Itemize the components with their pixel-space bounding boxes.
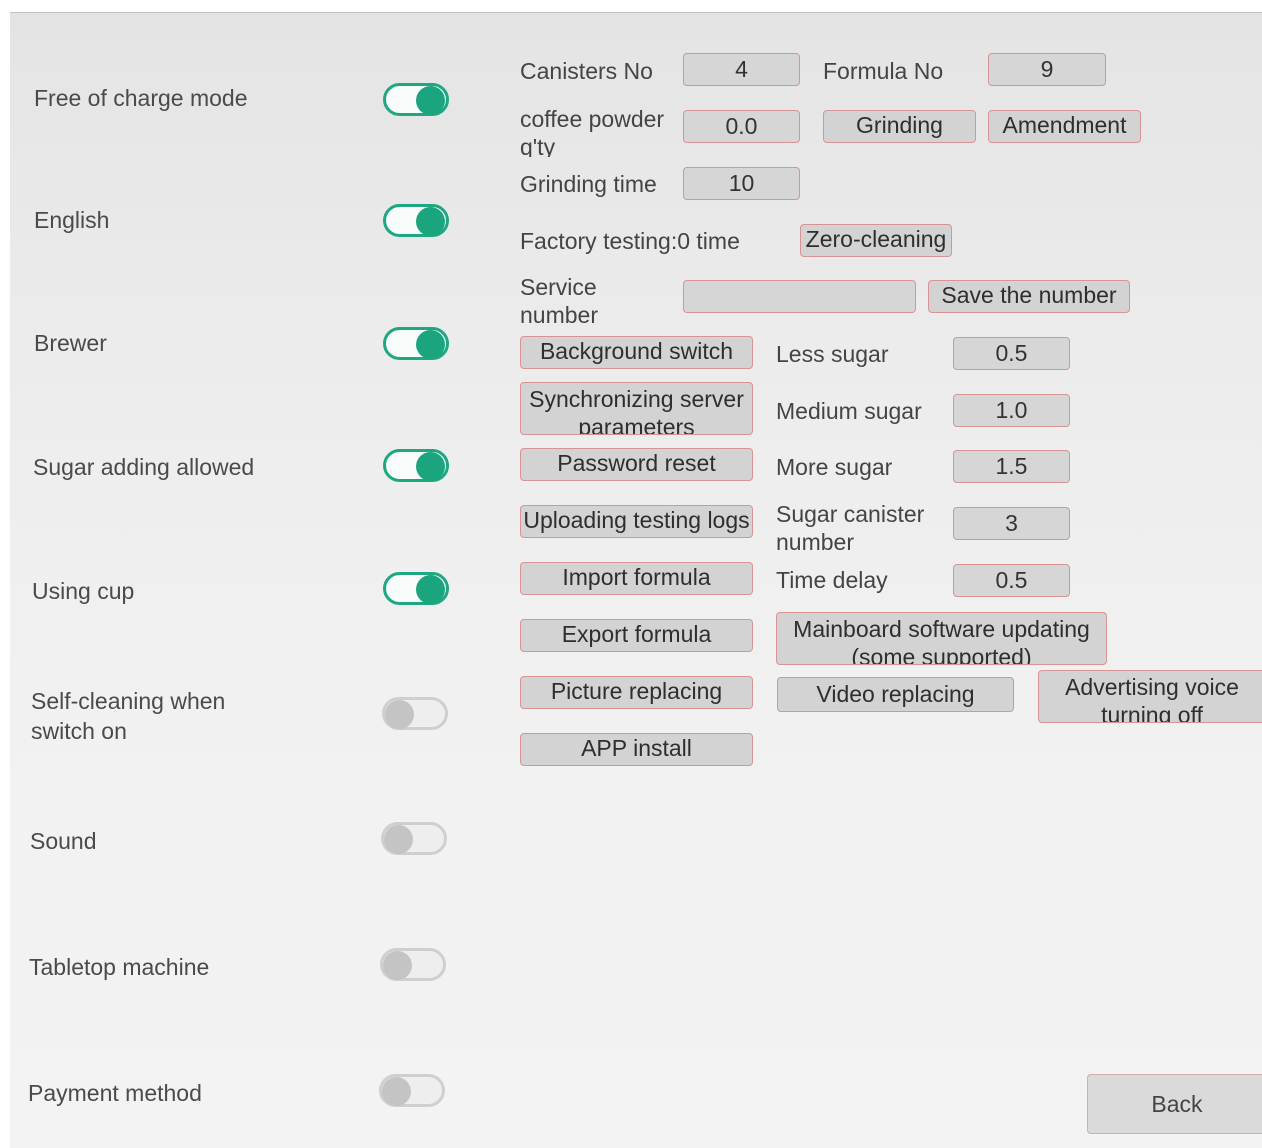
- back-button[interactable]: Back: [1087, 1074, 1262, 1134]
- less-sugar-field[interactable]: 0.5: [953, 337, 1070, 370]
- toggle-knob: [416, 452, 445, 481]
- mainboard-update-button[interactable]: Mainboard software updating (some suppor…: [776, 612, 1107, 665]
- toggle-label-using-cup: Using cup: [32, 578, 135, 604]
- toggle-knob: [382, 1077, 411, 1106]
- toggle-sugar-adding[interactable]: [383, 449, 449, 482]
- toggle-knob: [384, 825, 413, 854]
- save-number-button[interactable]: Save the number: [928, 280, 1130, 313]
- factory-testing-label: Factory testing:0 time: [520, 228, 740, 254]
- background-switch-button[interactable]: Background switch: [520, 336, 753, 369]
- medium-sugar-label: Medium sugar: [776, 398, 922, 424]
- time-delay-label: Time delay: [776, 567, 888, 593]
- service-number-input[interactable]: [683, 280, 916, 313]
- toggle-label-english: English: [34, 207, 110, 233]
- toggle-label-sugar-adding: Sugar adding allowed: [33, 454, 255, 480]
- sugar-canister-label: Sugar canister number: [776, 501, 925, 555]
- toggle-free-of-charge[interactable]: [383, 83, 449, 116]
- toggle-knob: [416, 330, 445, 359]
- formula-field[interactable]: 9: [988, 53, 1106, 86]
- toggle-label-tabletop: Tabletop machine: [29, 954, 210, 980]
- toggle-knob: [385, 700, 414, 729]
- medium-sugar-field[interactable]: 1.0: [953, 394, 1070, 427]
- grinding-button[interactable]: Grinding: [823, 110, 976, 143]
- toggle-sound[interactable]: [381, 822, 447, 855]
- toggle-using-cup[interactable]: [383, 572, 449, 605]
- video-replacing-button[interactable]: Video replacing: [777, 677, 1014, 712]
- canisters-field[interactable]: 4: [683, 53, 800, 86]
- sync-server-button[interactable]: Synchronizing server parameters: [520, 382, 753, 435]
- coffee-powder-label: coffee powder q'ty: [520, 106, 665, 157]
- coffee-powder-field[interactable]: 0.0: [683, 110, 800, 143]
- picture-replacing-button[interactable]: Picture replacing: [520, 676, 753, 709]
- zero-cleaning-button[interactable]: Zero-cleaning: [800, 224, 952, 257]
- grinding-time-field[interactable]: 10: [683, 167, 800, 200]
- amendment-button[interactable]: Amendment: [988, 110, 1141, 143]
- toggle-label-brewer: Brewer: [34, 330, 107, 356]
- toggle-label-sound: Sound: [30, 828, 97, 854]
- more-sugar-label: More sugar: [776, 454, 893, 480]
- time-delay-field[interactable]: 0.5: [953, 564, 1070, 597]
- password-reset-button[interactable]: Password reset: [520, 448, 753, 481]
- app-install-button[interactable]: APP install: [520, 733, 753, 766]
- more-sugar-field[interactable]: 1.5: [953, 450, 1070, 483]
- toggle-label-self-cleaning: Self-cleaning when switch on: [31, 688, 226, 744]
- sugar-canister-field[interactable]: 3: [953, 507, 1070, 540]
- toggle-label-free-of-charge: Free of charge mode: [34, 85, 248, 111]
- advertising-voice-button[interactable]: Advertising voice turning off: [1038, 670, 1262, 723]
- toggle-payment[interactable]: [379, 1074, 445, 1107]
- grinding-time-label: Grinding time: [520, 171, 657, 197]
- import-formula-button[interactable]: Import formula: [520, 562, 753, 595]
- toggle-knob: [416, 575, 445, 604]
- toggle-knob: [416, 86, 445, 115]
- toggle-label-payment: Payment method: [28, 1080, 202, 1106]
- toggle-brewer[interactable]: [383, 327, 449, 360]
- toggle-self-cleaning[interactable]: [382, 697, 448, 730]
- less-sugar-label: Less sugar: [776, 341, 889, 367]
- settings-screen: Free of charge mode English Brewer Sugar…: [10, 12, 1262, 1148]
- toggle-knob: [383, 951, 412, 980]
- toggle-tabletop[interactable]: [380, 948, 446, 981]
- export-formula-button[interactable]: Export formula: [520, 619, 753, 652]
- canisters-label: Canisters No: [520, 58, 653, 84]
- upload-logs-button[interactable]: Uploading testing logs: [520, 505, 753, 538]
- toggle-english[interactable]: [383, 204, 449, 237]
- formula-label: Formula No: [823, 58, 944, 84]
- toggle-knob: [416, 207, 445, 236]
- service-number-label: Service number: [520, 274, 598, 328]
